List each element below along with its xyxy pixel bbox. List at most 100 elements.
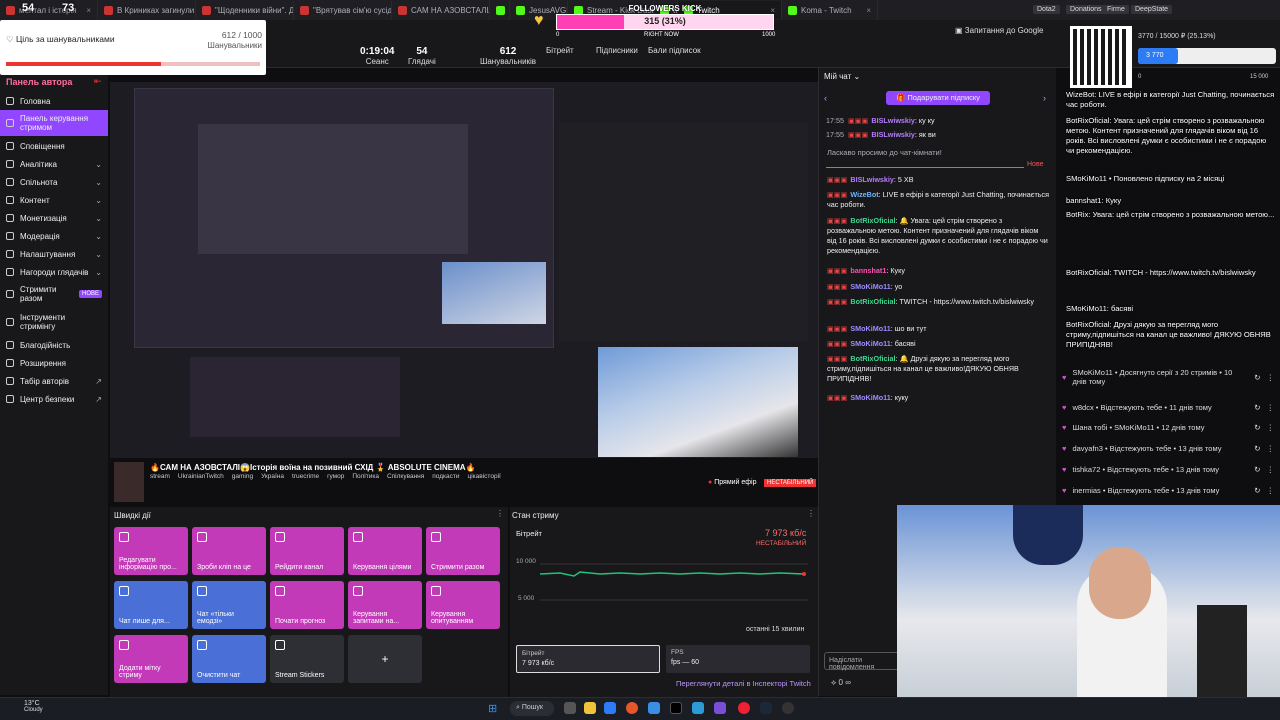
channel-points[interactable]: ⟡ 0 ∞ bbox=[831, 678, 851, 688]
quick-action-tile[interactable]: Stream Stickers bbox=[270, 635, 344, 683]
more-icon[interactable]: ⋮ bbox=[1267, 465, 1275, 474]
replay-icon[interactable]: ↻ bbox=[1254, 373, 1260, 382]
quick-action-tile[interactable]: Керування запитами на... bbox=[348, 581, 422, 629]
replay-icon[interactable]: ↻ bbox=[1254, 444, 1260, 453]
quick-action-tile[interactable]: Стримити разом bbox=[426, 527, 500, 575]
chat-username[interactable]: BotRixOficial bbox=[850, 354, 895, 363]
quick-action-tile[interactable]: Чат лише для... bbox=[114, 581, 188, 629]
chat-username[interactable]: bannshat1 bbox=[850, 266, 886, 275]
browser-tab[interactable]: Koma - Twitch × bbox=[782, 1, 878, 19]
sidebar-item[interactable]: Інструменти стримінгу bbox=[0, 309, 108, 335]
quick-action-tile[interactable]: Керування опитуванням bbox=[426, 581, 500, 629]
quick-actions-more-icon[interactable]: ⋮ bbox=[496, 509, 504, 518]
chat-username[interactable]: BISLwiwskiy bbox=[871, 130, 915, 139]
app-icon-1[interactable] bbox=[648, 702, 660, 714]
file-explorer-icon[interactable] bbox=[584, 702, 596, 714]
stream-tag[interactable]: truecrime bbox=[292, 473, 319, 480]
sidebar-item[interactable]: Сповіщення bbox=[0, 137, 108, 155]
browser-tab[interactable]: ментал і історія × bbox=[0, 1, 98, 19]
chat-username[interactable]: BotRixOficial bbox=[850, 297, 895, 306]
steam-icon[interactable] bbox=[760, 702, 772, 714]
bookmark[interactable]: Donations bbox=[1066, 5, 1106, 14]
sidebar-item[interactable]: Контент ⌄ bbox=[0, 191, 108, 209]
sidebar-item[interactable]: Модерація ⌄ bbox=[0, 227, 108, 245]
browser-tab[interactable]: "Врятував сім'ю сусіда, а× bbox=[294, 1, 392, 19]
quick-action-tile[interactable]: Керування цілями bbox=[348, 527, 422, 575]
stream-status-more-icon[interactable]: ⋮ bbox=[807, 509, 815, 518]
chrome-icon[interactable] bbox=[738, 702, 750, 714]
browser-tab[interactable]: Kick× bbox=[490, 1, 510, 19]
fps-box[interactable]: FPS fps — 60 bbox=[666, 645, 810, 673]
chat-input[interactable]: Надіслати повідомлення bbox=[824, 652, 904, 671]
stream-tag[interactable]: Україна bbox=[261, 473, 284, 480]
sidebar-item[interactable]: Аналітика ⌄ bbox=[0, 155, 108, 173]
quick-action-tile[interactable]: + bbox=[348, 635, 422, 683]
chat-next-icon[interactable]: › bbox=[1043, 93, 1046, 103]
collapse-icon[interactable]: ⇤ bbox=[94, 76, 102, 87]
more-icon[interactable]: ⋮ bbox=[1267, 403, 1275, 412]
sidebar-item[interactable]: Монетизація ⌄ bbox=[0, 209, 108, 227]
stream-tag[interactable]: Політика bbox=[352, 473, 379, 480]
chat-username[interactable]: SMoKiMo11 bbox=[850, 282, 890, 291]
sidebar-item[interactable]: Головна bbox=[0, 92, 108, 110]
stream-tag[interactable]: gaming bbox=[232, 473, 253, 480]
sidebar-item[interactable]: Нагороди глядачів ⌄ bbox=[0, 263, 108, 281]
browser-tab[interactable]: "Щоденники війни". Доку× bbox=[196, 1, 294, 19]
app-icon-3[interactable] bbox=[692, 702, 704, 714]
app-icon-4[interactable] bbox=[714, 702, 726, 714]
quick-action-tile[interactable]: Почати прогноз bbox=[270, 581, 344, 629]
replay-icon[interactable]: ↻ bbox=[1254, 403, 1260, 412]
quick-action-tile[interactable]: Додати мітку стриму bbox=[114, 635, 188, 683]
weather-widget[interactable]: 13°C Cloudy bbox=[24, 700, 43, 713]
chat-username[interactable]: SMoKiMo11 bbox=[850, 339, 890, 348]
quick-action-tile[interactable]: Чат «тільки емодзі» bbox=[192, 581, 266, 629]
sidebar-item[interactable]: Розширення bbox=[0, 354, 108, 372]
app-icon-2[interactable] bbox=[670, 702, 682, 714]
obs-icon[interactable] bbox=[782, 702, 794, 714]
edge-icon[interactable] bbox=[604, 702, 616, 714]
sidebar-item[interactable]: Панель керування стримом bbox=[0, 110, 108, 136]
bookmark[interactable]: DeepState bbox=[1131, 5, 1173, 14]
quick-action-tile[interactable]: Очистити чат bbox=[192, 635, 266, 683]
stream-tag[interactable]: цікавісторії bbox=[468, 473, 501, 480]
more-icon[interactable]: ⋮ bbox=[1267, 423, 1275, 432]
sidebar-item[interactable]: Благодійність bbox=[0, 336, 108, 354]
close-tab-icon[interactable]: × bbox=[86, 6, 91, 15]
more-icon[interactable]: ⋮ bbox=[1267, 444, 1275, 453]
chat-username[interactable]: BISLwiwskiy bbox=[871, 116, 915, 125]
inspector-link[interactable]: Переглянути деталі в Інспекторі Twitch bbox=[676, 679, 811, 688]
chat-username[interactable]: BISLwiwskiy bbox=[850, 175, 894, 184]
chat-username[interactable]: SMoKiMo11 bbox=[850, 393, 890, 402]
stream-preview[interactable] bbox=[110, 82, 818, 458]
stream-tag[interactable]: UkrainianTwitch bbox=[178, 473, 224, 480]
replay-icon[interactable]: ↻ bbox=[1254, 465, 1260, 474]
google-search-link[interactable]: ▣ Запитання до Google bbox=[955, 26, 1043, 35]
replay-icon[interactable]: ↻ bbox=[1254, 423, 1260, 432]
more-icon[interactable]: ⋮ bbox=[1267, 373, 1275, 382]
firefox-icon[interactable] bbox=[626, 702, 638, 714]
browser-tab[interactable]: САМ НА АЗОВСТАЛІ/200× bbox=[392, 1, 490, 19]
replay-icon[interactable]: ↻ bbox=[1254, 486, 1260, 495]
chat-username[interactable]: WizeBot bbox=[850, 190, 878, 199]
stream-tag[interactable]: stream bbox=[150, 473, 170, 480]
quick-action-tile[interactable]: Зроби кліп на це bbox=[192, 527, 266, 575]
windows-start-icon[interactable]: ⊞ bbox=[488, 702, 497, 715]
gift-sub-button[interactable]: 🎁 Подарувати підписку bbox=[886, 91, 990, 105]
sidebar-item[interactable]: Спільнота ⌄ bbox=[0, 173, 108, 191]
browser-tab[interactable]: В Криниках загинули тися× bbox=[98, 1, 196, 19]
chat-username[interactable]: BotRixOficial bbox=[850, 216, 895, 225]
chat-username[interactable]: SMoKiMo11 bbox=[850, 324, 890, 333]
sidebar-item[interactable]: Центр безпеки ↗ bbox=[0, 390, 108, 408]
stream-tag[interactable]: Спілкування bbox=[387, 473, 424, 480]
bitrate-box[interactable]: Бітрейт 7 973 кб/с bbox=[516, 645, 660, 673]
chat-prev-icon[interactable]: ‹ bbox=[824, 93, 827, 103]
sidebar-item[interactable]: Табір авторів ↗ bbox=[0, 372, 108, 390]
sidebar-item[interactable]: Стримити разом НОВЕ bbox=[0, 281, 108, 307]
bookmark[interactable]: Dota2 bbox=[1033, 5, 1060, 14]
quick-action-tile[interactable]: Редагувати інформацію про... bbox=[114, 527, 188, 575]
taskbar-search[interactable]: ⌕ Пошук bbox=[510, 701, 554, 716]
sidebar-item[interactable]: Налаштування ⌄ bbox=[0, 245, 108, 263]
close-tab-icon[interactable]: × bbox=[866, 6, 871, 15]
bookmark[interactable]: Firme bbox=[1103, 5, 1129, 14]
more-icon[interactable]: ⋮ bbox=[1267, 486, 1275, 495]
